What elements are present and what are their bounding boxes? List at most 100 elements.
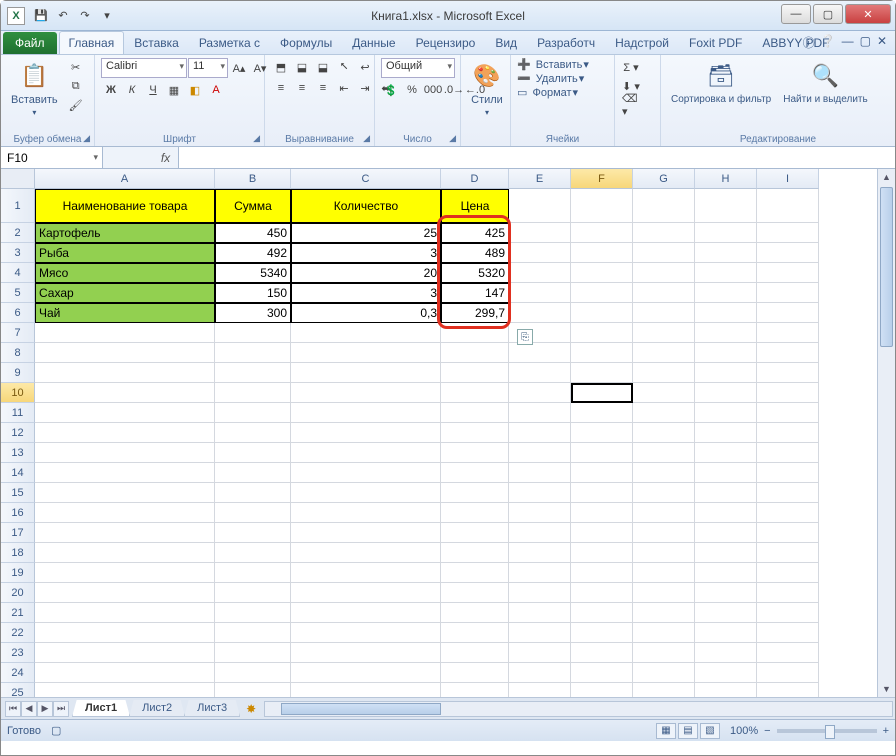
new-sheet-button[interactable]: ✸ (240, 702, 262, 716)
cell-E18[interactable] (509, 543, 571, 563)
minimize-button[interactable]: — (781, 4, 811, 24)
cell-I22[interactable] (757, 623, 819, 643)
cell-B25[interactable] (215, 683, 291, 697)
cell-H5[interactable] (695, 283, 757, 303)
cell-I23[interactable] (757, 643, 819, 663)
workbook-min-button[interactable]: — (842, 34, 854, 51)
cell-A15[interactable] (35, 483, 215, 503)
zoom-out-button[interactable]: − (764, 725, 770, 737)
ribbon-tab-9[interactable]: Foxit PDF (679, 31, 752, 54)
cell-F7[interactable] (571, 323, 633, 343)
increase-indent-button[interactable]: ⇥ (355, 79, 375, 97)
orientation-button[interactable]: ⭦ (334, 58, 354, 76)
cell-D7[interactable] (441, 323, 509, 343)
row-header-24[interactable]: 24 (1, 663, 35, 683)
find-select-button[interactable]: 🔍 Найти и выделить (779, 58, 871, 107)
cell-I8[interactable] (757, 343, 819, 363)
cell-A10[interactable] (35, 383, 215, 403)
cell-I21[interactable] (757, 603, 819, 623)
cell-F10[interactable] (571, 383, 633, 403)
cell-A12[interactable] (35, 423, 215, 443)
fx-button[interactable]: fx (153, 147, 179, 168)
page-layout-view-button[interactable]: ▤ (678, 723, 698, 739)
cell-C10[interactable] (291, 383, 441, 403)
save-button[interactable]: 💾 (31, 6, 51, 26)
cell-F15[interactable] (571, 483, 633, 503)
cell-C17[interactable] (291, 523, 441, 543)
border-button[interactable]: ▦ (164, 81, 184, 99)
col-header-F[interactable]: F (571, 169, 633, 189)
cell-C14[interactable] (291, 463, 441, 483)
sheet-tab-0[interactable]: Лист1 (72, 700, 130, 717)
cell-I3[interactable] (757, 243, 819, 263)
cell-E3[interactable] (509, 243, 571, 263)
cell-B22[interactable] (215, 623, 291, 643)
cell-A2[interactable]: Картофель (35, 223, 215, 243)
alignment-dialog-launcher[interactable]: ◢ (363, 133, 370, 144)
cell-E24[interactable] (509, 663, 571, 683)
cell-C11[interactable] (291, 403, 441, 423)
cell-H18[interactable] (695, 543, 757, 563)
zoom-in-button[interactable]: + (883, 725, 889, 737)
cell-C7[interactable] (291, 323, 441, 343)
cell-C2[interactable]: 25 (291, 223, 441, 243)
col-header-I[interactable]: I (757, 169, 819, 189)
cell-B2[interactable]: 450 (215, 223, 291, 243)
cell-G14[interactable] (633, 463, 695, 483)
cell-F13[interactable] (571, 443, 633, 463)
cell-H1[interactable] (695, 189, 757, 223)
sort-filter-button[interactable]: 🗃 Сортировка и фильтр (667, 58, 775, 107)
align-left-button[interactable]: ≡ (271, 79, 291, 97)
decrease-indent-button[interactable]: ⇤ (334, 79, 354, 97)
row-header-20[interactable]: 20 (1, 583, 35, 603)
cell-B3[interactable]: 492 (215, 243, 291, 263)
close-button[interactable]: ✕ (845, 4, 891, 24)
cell-C12[interactable] (291, 423, 441, 443)
row-header-21[interactable]: 21 (1, 603, 35, 623)
cell-D12[interactable] (441, 423, 509, 443)
cell-E19[interactable] (509, 563, 571, 583)
align-center-button[interactable]: ≡ (292, 79, 312, 97)
row-header-22[interactable]: 22 (1, 623, 35, 643)
cell-C20[interactable] (291, 583, 441, 603)
cell-G13[interactable] (633, 443, 695, 463)
cell-A22[interactable] (35, 623, 215, 643)
cell-B7[interactable] (215, 323, 291, 343)
row-header-12[interactable]: 12 (1, 423, 35, 443)
cell-G6[interactable] (633, 303, 695, 323)
cell-A13[interactable] (35, 443, 215, 463)
cell-C1[interactable]: Количество (291, 189, 441, 223)
cell-C5[interactable]: 3 (291, 283, 441, 303)
cell-I13[interactable] (757, 443, 819, 463)
cell-C22[interactable] (291, 623, 441, 643)
cell-F17[interactable] (571, 523, 633, 543)
cell-F6[interactable] (571, 303, 633, 323)
undo-button[interactable]: ↶ (53, 6, 73, 26)
wrap-text-button[interactable]: ↩ (355, 58, 375, 76)
cell-B14[interactable] (215, 463, 291, 483)
workbook-close-button[interactable]: ✕ (877, 34, 887, 51)
normal-view-button[interactable]: ▦ (656, 723, 676, 739)
cell-G18[interactable] (633, 543, 695, 563)
cell-G5[interactable] (633, 283, 695, 303)
cell-C6[interactable]: 0,3 (291, 303, 441, 323)
worksheet[interactable]: ABCDEFGHI 123456789101112131415161718192… (1, 169, 895, 697)
comma-button[interactable]: 000 (423, 81, 443, 99)
cell-G4[interactable] (633, 263, 695, 283)
cell-I2[interactable] (757, 223, 819, 243)
row-header-1[interactable]: 1 (1, 189, 35, 223)
row-header-23[interactable]: 23 (1, 643, 35, 663)
formula-input[interactable] (179, 147, 895, 168)
cell-E8[interactable] (509, 343, 571, 363)
font-dialog-launcher[interactable]: ◢ (253, 133, 260, 144)
font-color-button[interactable]: A (206, 81, 226, 99)
cell-E13[interactable] (509, 443, 571, 463)
cell-G20[interactable] (633, 583, 695, 603)
cell-G15[interactable] (633, 483, 695, 503)
col-header-A[interactable]: A (35, 169, 215, 189)
zoom-slider[interactable] (777, 729, 877, 733)
cell-F22[interactable] (571, 623, 633, 643)
cell-H10[interactable] (695, 383, 757, 403)
cell-B21[interactable] (215, 603, 291, 623)
cell-E11[interactable] (509, 403, 571, 423)
